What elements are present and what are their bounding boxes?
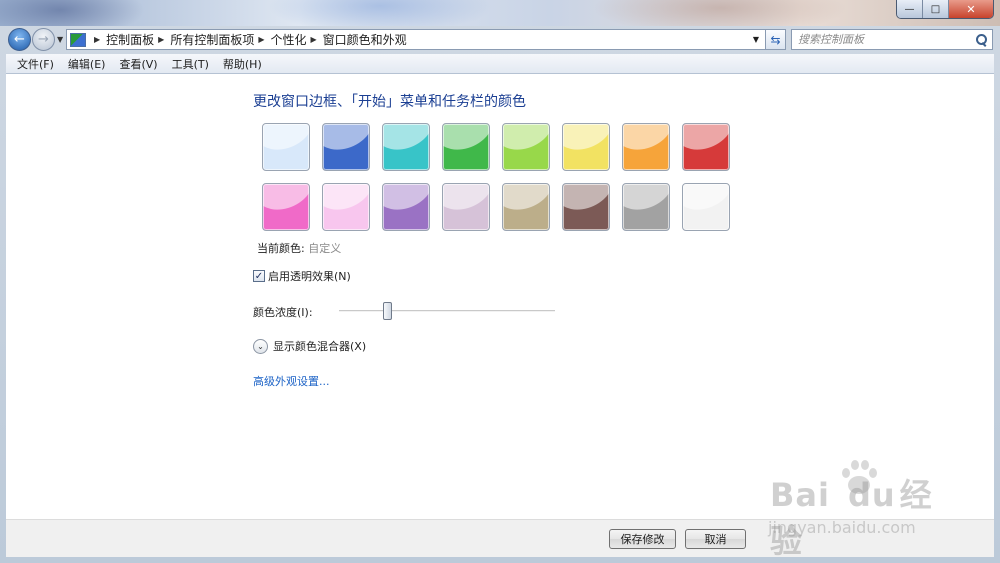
color-swatch[interactable] (262, 123, 310, 171)
advanced-appearance-link[interactable]: 高级外观设置... (253, 373, 330, 389)
color-swatch[interactable] (442, 183, 490, 231)
breadcrumb-window-color[interactable]: 窗口颜色和外观 (323, 31, 407, 48)
menu-edit[interactable]: 编辑(E) (61, 56, 113, 72)
color-swatch[interactable] (502, 183, 550, 231)
breadcrumb-chevron-icon[interactable]: ▶ (258, 35, 264, 44)
window-controls: — □ ✕ (896, 0, 994, 19)
transparency-option[interactable]: ✓ 启用透明效果(N) (253, 268, 351, 284)
color-swatch[interactable] (262, 183, 310, 231)
color-swatch[interactable] (622, 123, 670, 171)
transparency-label[interactable]: 启用透明效果(N) (268, 268, 351, 284)
main-content: 更改窗口边框、「开始」菜单和任务栏的颜色 当前颜色: 自定义 ✓ 启用透明效果(… (6, 74, 994, 519)
cancel-button[interactable]: 取消 (685, 529, 746, 549)
watermark-url: jingyan.baidu.com (768, 518, 916, 537)
search-box[interactable] (791, 29, 993, 50)
color-swatch[interactable] (382, 183, 430, 231)
address-bar[interactable]: ▶ 控制面板 ▶ 所有控制面板项 ▶ 个性化 ▶ 窗口颜色和外观 ▼ (66, 29, 766, 50)
breadcrumb-all-items[interactable]: 所有控制面板项 (170, 31, 254, 48)
color-swatch[interactable] (502, 123, 550, 171)
forward-arrow-icon: → (38, 32, 49, 47)
breadcrumb-chevron-icon[interactable]: ▶ (158, 35, 164, 44)
menu-file[interactable]: 文件(F) (10, 56, 61, 72)
page-title: 更改窗口边框、「开始」菜单和任务栏的颜色 (253, 94, 526, 110)
menu-tools[interactable]: 工具(T) (165, 56, 216, 72)
transparency-checkbox[interactable]: ✓ (253, 270, 265, 282)
intensity-slider-thumb[interactable] (382, 302, 392, 320)
color-swatch[interactable] (622, 183, 670, 231)
menu-help[interactable]: 帮助(H) (216, 56, 269, 72)
recent-pages-dropdown-icon[interactable]: ▼ (57, 35, 63, 44)
current-color-label: 当前颜色: (257, 242, 305, 255)
save-changes-button[interactable]: 保存修改 (609, 529, 676, 549)
menu-bar: 文件(F) 编辑(E) 查看(V) 工具(T) 帮助(H) (6, 54, 994, 74)
watermark-brand: Bai du 经验 (770, 476, 933, 560)
maximize-button[interactable]: □ (923, 0, 949, 18)
current-color-value: 自定义 (308, 242, 342, 255)
color-swatch[interactable] (382, 123, 430, 171)
desktop-wallpaper (0, 0, 1000, 26)
chevron-down-icon[interactable]: ⌄ (253, 338, 268, 354)
breadcrumb-chevron-icon[interactable]: ▶ (311, 35, 317, 44)
minimize-button[interactable]: — (897, 0, 923, 18)
search-input[interactable] (792, 30, 975, 49)
refresh-icon: ⇆ (770, 32, 781, 47)
breadcrumb-control-panel[interactable]: 控制面板 (106, 31, 154, 48)
back-button[interactable]: ← (8, 28, 31, 51)
color-swatch[interactable] (562, 183, 610, 231)
address-dropdown-icon[interactable]: ▼ (753, 35, 759, 44)
breadcrumb-personalization[interactable]: 个性化 (271, 31, 307, 48)
color-swatch[interactable] (322, 183, 370, 231)
color-swatch[interactable] (562, 123, 610, 171)
color-swatch[interactable] (442, 123, 490, 171)
forward-button[interactable]: → (32, 28, 55, 51)
color-swatch[interactable] (682, 183, 730, 231)
search-icon[interactable] (975, 33, 987, 46)
refresh-button[interactable]: ⇆ (766, 29, 786, 50)
breadcrumb-chevron-icon[interactable]: ▶ (94, 35, 100, 44)
navigation-bar: ← → ▼ ▶ 控制面板 ▶ 所有控制面板项 ▶ 个性化 ▶ 窗口颜色和外观 ▼… (0, 26, 1000, 53)
intensity-slider-track[interactable] (339, 310, 555, 312)
color-mixer-label[interactable]: 显示颜色混合器(X) (273, 338, 366, 354)
close-button[interactable]: ✕ (949, 0, 993, 18)
current-color: 当前颜色: 自定义 (257, 240, 341, 256)
watermark-logo: Bai du 经验 jingyan.baidu.com (760, 458, 950, 560)
color-swatch[interactable] (322, 123, 370, 171)
color-swatch[interactable] (682, 123, 730, 171)
color-mixer-toggle[interactable]: ⌄ 显示颜色混合器(X) (253, 338, 366, 354)
control-panel-icon (70, 32, 86, 47)
menu-view[interactable]: 查看(V) (112, 56, 164, 72)
back-arrow-icon: ← (14, 32, 25, 47)
intensity-label: 颜色浓度(I): (253, 306, 313, 319)
